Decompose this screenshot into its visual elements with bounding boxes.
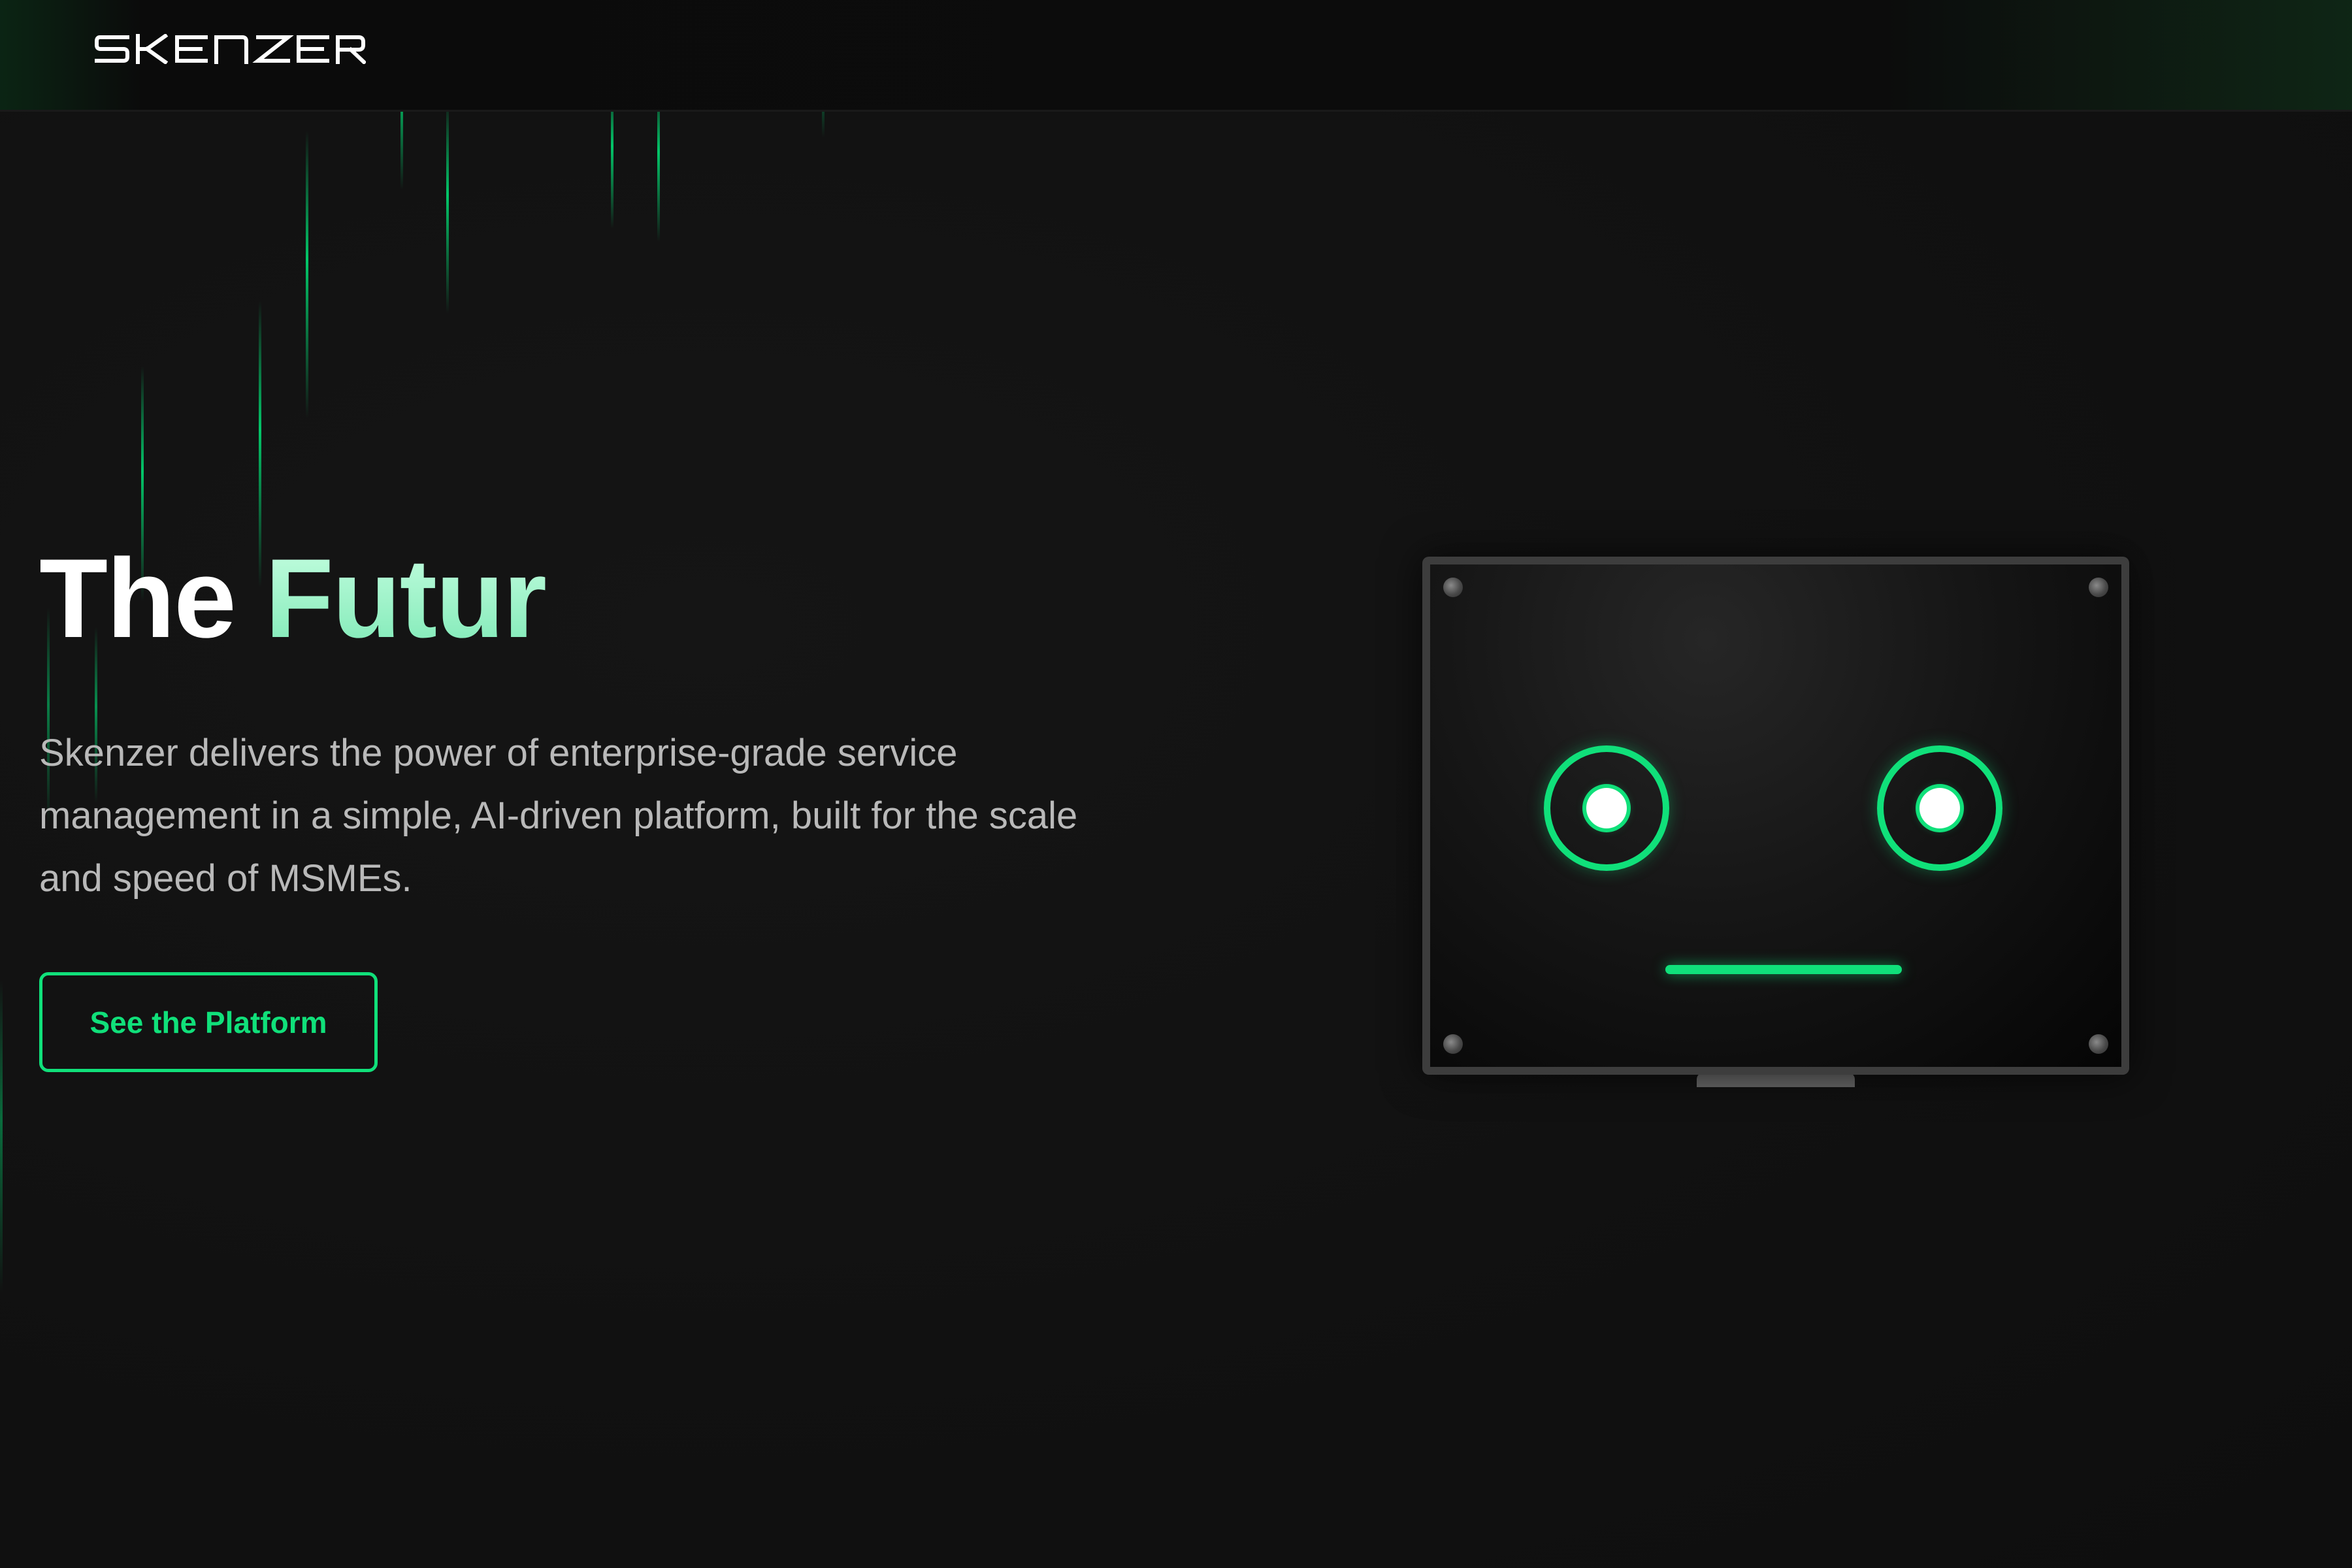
hero-title-part2: Futur xyxy=(265,536,547,661)
screw-icon xyxy=(1443,578,1463,597)
see-platform-button[interactable]: See the Platform xyxy=(39,972,378,1072)
rain-streak xyxy=(446,98,449,314)
skenzer-wordmark-icon xyxy=(95,34,366,64)
screw-icon xyxy=(1443,1034,1463,1054)
hero-description: Skenzer delivers the power of enterprise… xyxy=(39,732,1078,900)
site-header xyxy=(0,0,2352,112)
left-eye-icon xyxy=(1544,745,1669,871)
hero-title-part1: The xyxy=(39,536,237,661)
monitor-stand xyxy=(1697,1073,1855,1087)
hero-title: The Futur xyxy=(39,542,547,655)
robot-monitor-illustration xyxy=(1422,557,2129,1075)
right-eye-icon xyxy=(1877,745,2002,871)
left-pupil xyxy=(1586,788,1627,828)
screw-icon xyxy=(2089,1034,2108,1054)
mouth-icon xyxy=(1665,965,1902,974)
skenzer-logo[interactable] xyxy=(95,34,366,64)
rain-streak xyxy=(306,131,308,418)
screw-icon xyxy=(2089,578,2108,597)
right-pupil xyxy=(1919,788,1960,828)
landing-page: The Futur Skenzer delivers the power of … xyxy=(0,0,2352,1568)
rain-streak xyxy=(0,980,3,1294)
